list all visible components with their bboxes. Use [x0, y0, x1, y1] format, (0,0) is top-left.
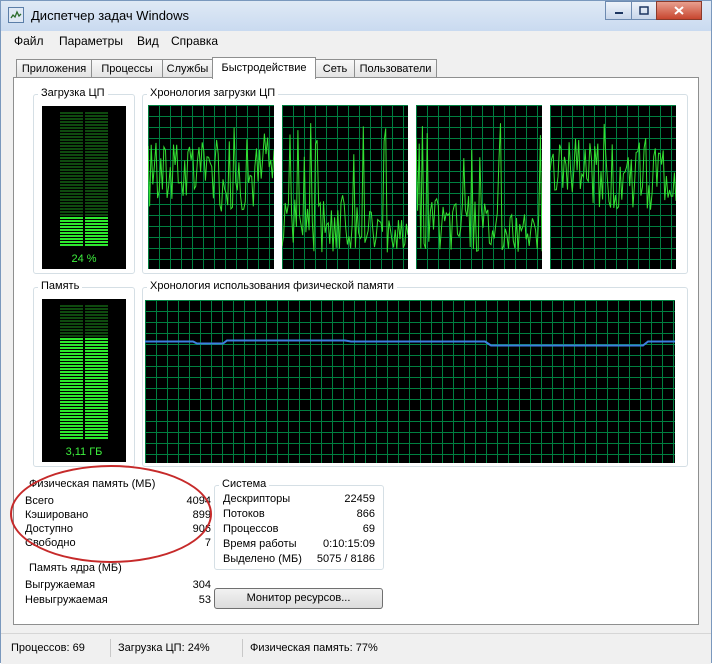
memory-history-group: Хронология использования физической памя… [142, 280, 688, 467]
performance-panel: Загрузка ЦП 24 % Хронология загрузки ЦП … [13, 77, 699, 625]
physical-free-label: Свободно [25, 537, 76, 549]
close-icon [674, 6, 684, 15]
physical-total-value: 4094 [186, 495, 211, 507]
system-handles-label: Дескрипторы [223, 493, 291, 505]
title-bar[interactable]: Диспетчер задач Windows [1, 1, 711, 31]
cpu-meter-bars [60, 112, 108, 246]
cpu-usage-value: 24 % [71, 253, 97, 265]
kernel-nonpaged-row: Невыгружаемая 53 [25, 594, 211, 608]
tab-users[interactable]: Пользователи [354, 59, 437, 77]
maximize-icon [639, 6, 649, 15]
system-commit-row: Выделено (МБ) 5075 / 8186 [223, 553, 375, 567]
status-cpu: Загрузка ЦП: 24% [114, 639, 243, 657]
cpu-core-4-graph [550, 105, 676, 269]
maximize-button[interactable] [631, 1, 657, 20]
system-uptime-label: Время работы [223, 538, 297, 550]
cpu-history-title: Хронология загрузки ЦП [147, 87, 279, 99]
kernel-memory-title: Память ядра (МБ) [29, 562, 122, 574]
memory-history-graph [145, 300, 675, 463]
cpu-core-3-graph [416, 105, 542, 269]
kernel-paged-label: Выгружаемая [25, 579, 96, 591]
status-bar: Процессов: 69 Загрузка ЦП: 24% Физическа… [1, 633, 711, 664]
tab-services[interactable]: Службы [162, 59, 213, 77]
system-threads-label: Потоков [223, 508, 265, 520]
physical-memory-group: Физическая память (МБ) Всего 4094 Кэширов… [25, 478, 211, 559]
physical-total-row: Всего 4094 [25, 495, 211, 509]
window-title: Диспетчер задач Windows [31, 8, 190, 23]
kernel-memory-group: Память ядра (МБ) Выгружаемая 304 Невыгруж… [25, 562, 211, 612]
physical-available-label: Доступно [25, 523, 74, 535]
cpu-core-2-graph [282, 105, 408, 269]
status-processes: Процессов: 69 [7, 639, 111, 657]
system-rows: Дескрипторы 22459 Потоков 866 Процессов 69 … [223, 493, 375, 571]
physical-available-row: Доступно 906 [25, 523, 211, 537]
task-manager-app-icon [8, 7, 24, 23]
task-manager-window: Диспетчер задач Windows Файл Параметры В… [0, 0, 712, 664]
memory-history-title: Хронология использования физической памя… [147, 280, 397, 292]
system-title: Система [219, 478, 270, 490]
minimize-icon [614, 11, 623, 14]
system-threads-row: Потоков 866 [223, 508, 375, 522]
memory-usage-meter: 3,11 ГБ [42, 299, 126, 462]
physical-cached-row: Кэшировано 899 [25, 509, 211, 523]
close-button[interactable] [656, 1, 702, 20]
menu-file[interactable]: Файл [14, 34, 44, 48]
cpu-core-1-graph [148, 105, 274, 269]
physical-free-value: 7 [204, 537, 211, 549]
physical-total-label: Всего [25, 495, 54, 507]
physical-memory-title: Физическая память (МБ) [29, 478, 156, 490]
system-processes-row: Процессов 69 [223, 523, 375, 537]
cpu-usage-group: Загрузка ЦП 24 % [33, 87, 135, 274]
resource-monitor-button[interactable]: Монитор ресурсов... [214, 588, 383, 609]
system-handles-value: 22459 [344, 493, 375, 505]
status-memory: Физическая память: 77% [250, 642, 378, 654]
physical-free-row: Свободно 7 [25, 537, 211, 551]
system-handles-row: Дескрипторы 22459 [223, 493, 375, 507]
minimize-button[interactable] [605, 1, 632, 20]
system-commit-value: 5075 / 8186 [316, 553, 375, 565]
physical-cached-label: Кэшировано [25, 509, 89, 521]
system-uptime-value: 0:10:15:09 [323, 538, 375, 550]
kernel-paged-row: Выгружаемая 304 [25, 579, 211, 593]
menu-view[interactable]: Вид [137, 34, 159, 48]
tab-processes[interactable]: Процессы [91, 59, 163, 77]
menu-help[interactable]: Справка [171, 34, 218, 48]
memory-usage-title: Память [38, 280, 83, 292]
system-threads-value: 866 [356, 508, 375, 520]
memory-meter-bars [60, 305, 108, 439]
system-group: Система Дескрипторы 22459 Потоков 866 Проц… [214, 478, 384, 571]
cpu-usage-meter: 24 % [42, 106, 126, 269]
tab-applications[interactable]: Приложения [16, 59, 92, 77]
tab-performance[interactable]: Быстродействие [212, 57, 316, 79]
tab-network[interactable]: Сеть [315, 59, 355, 77]
cpu-history-group: Хронология загрузки ЦП [142, 87, 688, 274]
cpu-usage-title: Загрузка ЦП [38, 87, 108, 99]
kernel-paged-value: 304 [192, 579, 211, 591]
system-uptime-row: Время работы 0:10:15:09 [223, 538, 375, 552]
system-commit-label: Выделено (МБ) [223, 553, 302, 565]
system-processes-label: Процессов [223, 523, 279, 535]
physical-available-value: 906 [192, 523, 211, 535]
memory-usage-group: Память 3,11 ГБ [33, 280, 135, 467]
menu-bar: Файл Параметры Вид Справка [1, 31, 711, 51]
kernel-nonpaged-label: Невыгружаемая [25, 594, 108, 606]
physical-cached-value: 899 [192, 509, 211, 521]
memory-usage-value: 3,11 ГБ [65, 446, 103, 458]
kernel-nonpaged-value: 53 [198, 594, 211, 606]
system-processes-value: 69 [362, 523, 375, 535]
menu-options[interactable]: Параметры [59, 34, 123, 48]
